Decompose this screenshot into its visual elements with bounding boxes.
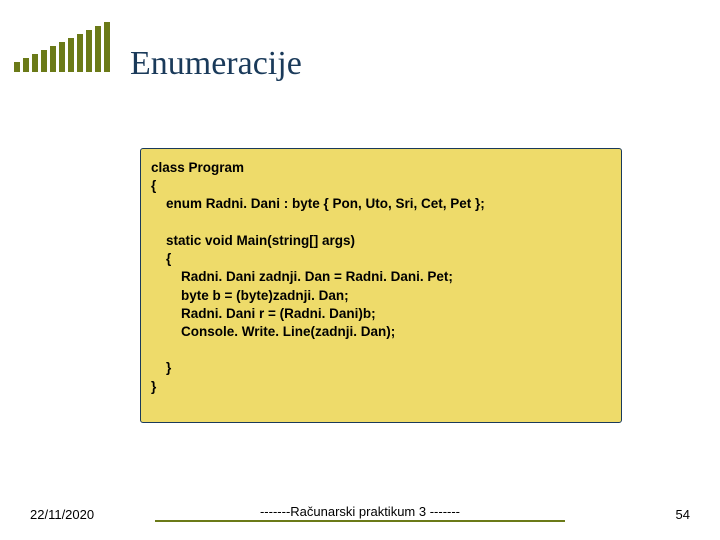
- footer-date: 22/11/2020: [30, 507, 94, 522]
- slide-title: Enumeracije: [130, 45, 302, 83]
- footer-page: 54: [676, 507, 690, 522]
- decorative-bars: [14, 22, 110, 72]
- footer: 22/11/2020 -------Računarski praktikum 3…: [0, 507, 720, 522]
- footer-center: -------Računarski praktikum 3 -------: [155, 504, 565, 522]
- code-block: class Program { enum Radni. Dani : byte …: [140, 148, 622, 423]
